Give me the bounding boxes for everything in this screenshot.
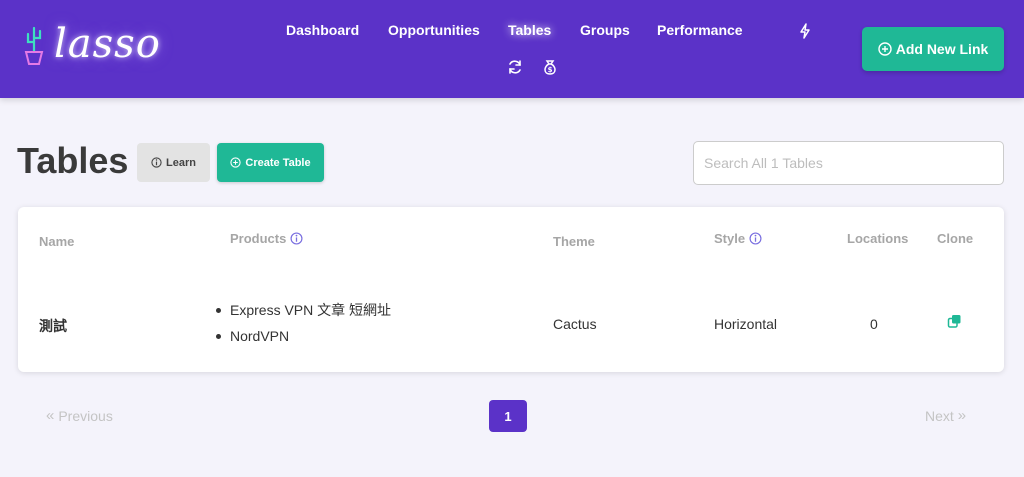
column-header-locations-label: Locations [847,231,909,246]
logo-text: lasso [54,21,161,67]
create-table-button[interactable]: Create Table [217,143,324,182]
table-row-name[interactable]: 測試 [39,316,67,336]
table-row-locations: 0 [870,316,878,332]
nav-tables[interactable]: Tables [508,22,551,38]
table-row-style: Horizontal [714,316,778,332]
nav-groups[interactable]: Groups [580,22,630,38]
add-new-link-label: Add New Link [895,41,989,57]
learn-button[interactable]: Learn [137,143,210,182]
learn-label: Learn [166,156,196,169]
next-label: Next [925,407,954,424]
pagination-next[interactable]: Next » [925,407,966,424]
list-item: NordVPN [216,323,391,349]
column-header-style: Style [714,231,762,246]
nav-dashboard[interactable]: Dashboard [286,22,359,38]
info-icon[interactable] [749,232,762,245]
pagination-page-1[interactable]: 1 [489,400,527,432]
cactus-icon [24,26,44,65]
bullet [216,333,221,339]
pagination-previous[interactable]: « Previous [46,407,113,424]
column-header-name-label: Name [39,234,75,249]
column-header-theme: Theme [553,234,595,249]
column-header-name: Name [39,234,74,249]
chevron-double-left-icon: « [46,407,55,424]
product-label: Express VPN 文章 短網址 [230,302,392,318]
nav-performance[interactable]: Performance [657,22,743,38]
svg-text:$: $ [548,66,553,74]
list-item: Express VPN 文章 短網址 [216,297,391,323]
info-icon [151,157,162,168]
column-header-style-label: Style [714,231,746,246]
plus-circle-icon [878,42,892,56]
column-header-products-label: Products [230,231,287,246]
info-icon[interactable] [290,232,303,245]
top-navbar: lasso Dashboard Opportunities Tables Gro… [0,0,1024,98]
tables-card: Name Products Theme Style Locations Clon… [18,207,1004,372]
bullet [216,307,221,313]
search-input[interactable] [693,141,1004,185]
table-row-theme: Cactus [553,316,597,332]
column-header-theme-label: Theme [553,234,595,249]
page-title: Tables [17,140,129,181]
previous-label: Previous [58,407,113,424]
refresh-icon[interactable] [506,58,524,76]
column-header-products: Products [230,231,303,246]
bolt-icon[interactable] [796,22,814,40]
column-header-clone-label: Clone [937,231,974,246]
create-table-label: Create Table [245,156,311,169]
product-label: NordVPN [230,328,290,344]
plus-circle-icon [230,157,242,168]
clone-icon[interactable] [947,314,962,329]
money-bag-icon[interactable]: $ [541,58,559,76]
column-header-clone: Clone [937,231,973,246]
lasso-logo[interactable]: lasso [20,22,161,66]
chevron-double-right-icon: » [957,407,967,424]
add-new-link-button[interactable]: Add New Link [862,27,1004,71]
nav-opportunities[interactable]: Opportunities [388,22,480,38]
column-header-locations: Locations [847,231,908,246]
table-row-products: Express VPN 文章 短網址 NordVPN [216,297,391,349]
